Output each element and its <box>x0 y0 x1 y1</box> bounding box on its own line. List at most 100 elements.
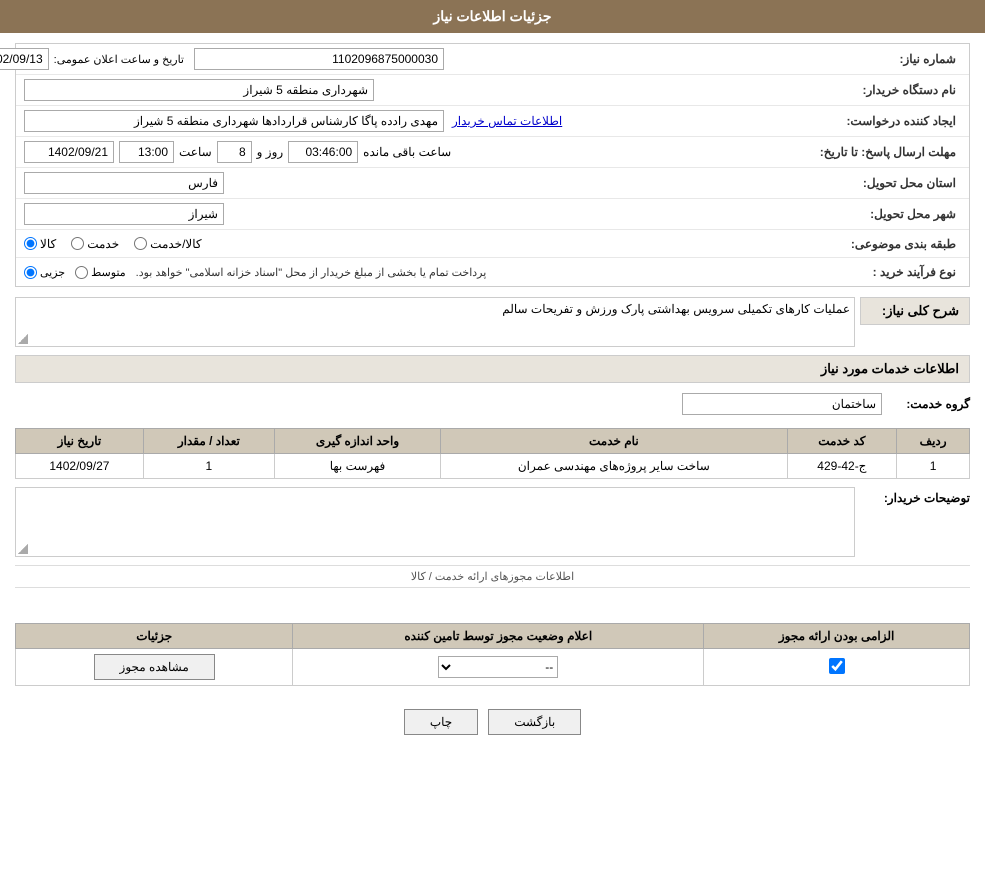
category-radio-group: کالا/خدمت خدمت کالا <box>24 237 202 251</box>
services-section-header: اطلاعات خدمات مورد نیاز <box>15 355 970 383</box>
date-input[interactable] <box>24 141 114 163</box>
buyer-org-row: نام دستگاه خریدار: <box>16 75 969 106</box>
license-table: الزامی بودن ارائه مجوز اعلام وضعیت مجوز … <box>15 623 970 686</box>
col-quantity: تعداد / مقدار <box>143 429 274 454</box>
license-spacer <box>15 593 970 623</box>
need-description-box: عملیات کارهای تکمیلی سرویس بهداشتی پارک … <box>15 297 855 347</box>
license-status-select[interactable]: -- <box>438 656 558 678</box>
col-required: الزامی بودن ارائه مجوز <box>704 624 970 649</box>
cell-row: 1 <box>897 454 970 479</box>
buyer-notes-label: توضیحات خریدار: <box>860 487 970 505</box>
category-service-radio[interactable] <box>71 237 84 250</box>
buyer-org-label: نام دستگاه خریدار: <box>821 83 961 97</box>
cell-date: 1402/09/27 <box>16 454 144 479</box>
requester-value-cell: اطلاعات تماس خریدار <box>24 110 821 132</box>
print-button[interactable]: چاپ <box>404 709 478 735</box>
province-input[interactable] <box>24 172 224 194</box>
announce-date-group: تاریخ و ساعت اعلان عمومی: <box>24 48 184 70</box>
buyer-org-input[interactable] <box>24 79 374 101</box>
requester-contact-link[interactable]: اطلاعات تماس خریدار <box>452 114 562 128</box>
reply-deadline-label: مهلت ارسال پاسخ: تا تاریخ: <box>801 145 961 159</box>
col-need-date: تاریخ نیاز <box>16 429 144 454</box>
time-label: ساعت <box>179 145 212 159</box>
process-medium-radio[interactable] <box>75 266 88 279</box>
category-goods-service-label: کالا/خدمت <box>150 237 201 251</box>
time-input[interactable] <box>119 141 174 163</box>
announce-input[interactable] <box>0 48 49 70</box>
category-service-option[interactable]: خدمت <box>71 237 119 251</box>
city-input[interactable] <box>24 203 224 225</box>
col-supplier-status: اعلام وضعیت مجوز توسط تامین کننده <box>293 624 704 649</box>
category-value-cell: کالا/خدمت خدمت کالا <box>24 237 821 251</box>
service-group-input[interactable] <box>682 393 882 415</box>
city-row: شهر محل تحویل: <box>16 199 969 230</box>
page-title: جزئیات اطلاعات نیاز <box>433 8 551 24</box>
requester-label: ایجاد کننده درخواست: <box>821 114 961 128</box>
buyer-notes-section: توضیحات خریدار: <box>15 487 970 557</box>
process-medium-label: متوسط <box>91 266 126 279</box>
reply-deadline-value-cell: ساعت باقی مانده روز و ساعت <box>24 141 801 163</box>
need-description-section: شرح کلی نیاز: عملیات کارهای تکمیلی سرویس… <box>15 297 970 347</box>
license-details-cell: مشاهده مجوز <box>16 649 293 686</box>
license-required-cell <box>704 649 970 686</box>
col-measurement: واحد اندازه گیری <box>274 429 440 454</box>
process-partial-radio[interactable] <box>24 266 37 279</box>
services-table: ردیف کد خدمت نام خدمت واحد اندازه گیری ت… <box>15 428 970 479</box>
page-header: جزئیات اطلاعات نیاز <box>0 0 985 33</box>
days-input[interactable] <box>217 141 252 163</box>
process-options-group: پرداخت تمام یا بخشی از مبلغ خریدار از مح… <box>24 266 486 279</box>
remaining-hours-label: ساعت باقی مانده <box>363 145 451 159</box>
need-number-input[interactable] <box>194 48 444 70</box>
need-description-label: شرح کلی نیاز: <box>860 297 970 325</box>
category-row: طبقه بندی موضوعی: کالا/خدمت خدمت کالا <box>16 230 969 258</box>
category-service-label: خدمت <box>87 237 119 251</box>
requester-row: ایجاد کننده درخواست: اطلاعات تماس خریدار <box>16 106 969 137</box>
category-goods-radio[interactable] <box>24 237 37 250</box>
process-row: نوع فرآیند خرید : پرداخت تمام یا بخشی از… <box>16 258 969 286</box>
need-number-label: شماره نیاز: <box>821 52 961 66</box>
col-row: ردیف <box>897 429 970 454</box>
announce-label: تاریخ و ساعت اعلان عمومی: <box>54 53 184 66</box>
license-row: -- مشاهده مجوز <box>16 649 970 686</box>
province-row: استان محل تحویل: <box>16 168 969 199</box>
buyer-notes-resize <box>18 544 28 554</box>
main-info-section: شماره نیاز: تاریخ و ساعت اعلان عمومی: نا… <box>15 43 970 287</box>
category-goods-service-radio[interactable] <box>134 237 147 250</box>
cell-measurement: فهرست بها <box>274 454 440 479</box>
process-value-cell: پرداخت تمام یا بخشی از مبلغ خریدار از مح… <box>24 266 821 279</box>
buyer-org-value-cell <box>24 79 821 101</box>
license-required-checkbox[interactable] <box>829 658 845 674</box>
bottom-buttons-area: بازگشت چاپ <box>15 694 970 750</box>
category-goods-option[interactable]: کالا <box>24 237 56 251</box>
process-partial-option[interactable]: جزیی <box>24 266 65 279</box>
cell-code: ج-42-429 <box>787 454 897 479</box>
city-label: شهر محل تحویل: <box>821 207 961 221</box>
need-number-value-cell <box>194 48 821 70</box>
cell-quantity: 1 <box>143 454 274 479</box>
process-description-text: پرداخت تمام یا بخشی از مبلغ خریدار از مح… <box>136 266 487 279</box>
province-value-cell <box>24 172 821 194</box>
col-service-code: کد خدمت <box>787 429 897 454</box>
need-description-text: عملیات کارهای تکمیلی سرویس بهداشتی پارک … <box>20 302 850 316</box>
col-service-name: نام خدمت <box>441 429 787 454</box>
service-group-row: گروه خدمت: <box>15 388 970 428</box>
process-medium-option[interactable]: متوسط <box>75 266 126 279</box>
reply-deadline-row: مهلت ارسال پاسخ: تا تاریخ: ساعت باقی مان… <box>16 137 969 168</box>
category-label: طبقه بندی موضوعی: <box>821 237 961 251</box>
reply-date-time-group: ساعت باقی مانده روز و ساعت <box>24 141 451 163</box>
license-section-label: اطلاعات مجوزهای ارائه خدمت / کالا <box>15 565 970 588</box>
category-goods-service-option[interactable]: کالا/خدمت <box>134 237 201 251</box>
back-button[interactable]: بازگشت <box>488 709 581 735</box>
requester-input[interactable] <box>24 110 444 132</box>
resize-handle <box>18 334 28 344</box>
col-details: جزئیات <box>16 624 293 649</box>
view-license-button[interactable]: مشاهده مجوز <box>94 654 215 680</box>
need-number-row: شماره نیاز: تاریخ و ساعت اعلان عمومی: <box>16 44 969 75</box>
remaining-hours-input[interactable] <box>288 141 358 163</box>
process-label: نوع فرآیند خرید : <box>821 265 961 279</box>
cell-name: ساخت سایر پروژه‌های مهندسی عمران <box>441 454 787 479</box>
category-goods-label: کالا <box>40 237 56 251</box>
and-days-label: روز و <box>257 145 284 159</box>
province-label: استان محل تحویل: <box>821 176 961 190</box>
buyer-notes-box <box>15 487 855 557</box>
